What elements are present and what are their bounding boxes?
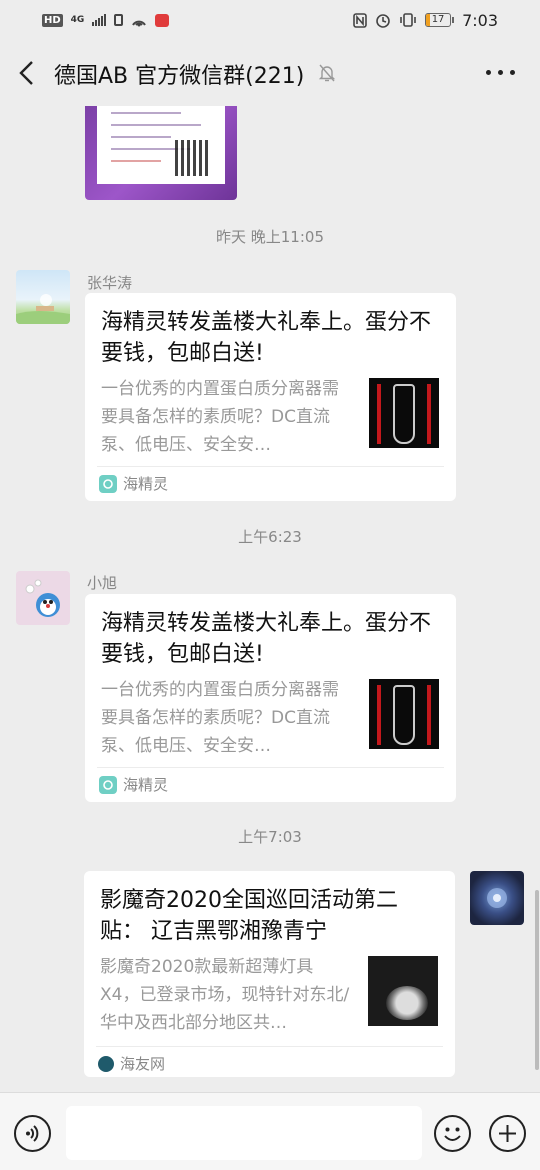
qr-code — [175, 140, 211, 176]
avatar[interactable] — [16, 270, 70, 324]
mute-bell-icon — [318, 64, 336, 82]
avatar-image — [25, 579, 60, 617]
emoji-icon — [444, 1127, 461, 1141]
chat-title: 德国AB 官方微信群(221) — [54, 64, 305, 89]
sender-name: 张华涛 — [87, 274, 133, 292]
card-title: 影魔奇2020全国巡回活动第二贴： 辽吉黑鄂湘豫青宁 — [100, 888, 398, 944]
card-description: 一台优秀的内置蛋白质分离器需要具备怎样的素质呢？DC直流泵、低电压、安全安… — [101, 379, 339, 455]
source-name: 海友网 — [120, 1055, 166, 1073]
timestamp: 昨天 晚上11:05 — [216, 228, 324, 246]
source-app-icon — [98, 1055, 114, 1072]
timestamp: 上午6:23 — [238, 528, 302, 546]
divider — [96, 1046, 443, 1047]
scrollbar[interactable] — [535, 890, 539, 1070]
card-description: 一台优秀的内置蛋白质分离器需要具备怎样的素质呢？DC直流泵、低电压、安全安… — [101, 680, 339, 756]
card-description: 影魔奇2020款最新超薄灯具X4，已登录市场，现特针对东北/华中及西北部分地区共… — [100, 957, 350, 1033]
voice-icon — [26, 1125, 39, 1142]
status-time: 7:03 — [462, 10, 498, 30]
card-title: 海精灵转发盖楼大礼奉上。蛋分不要钱，包邮白送! — [101, 611, 432, 667]
battery-icon: 17 — [425, 13, 455, 27]
card-source: 海友网 — [98, 1053, 165, 1074]
chat-area[interactable]: 昨天 晚上11:05 张华涛 海精灵转发盖楼大礼奉上。蛋分不要钱，包邮白送! 一… — [0, 106, 540, 1092]
divider — [97, 466, 444, 467]
vibrate-icon — [400, 13, 416, 27]
emoji-button[interactable] — [434, 1115, 471, 1152]
app-notification-icon — [155, 13, 170, 27]
card-source: 海精灵 — [99, 473, 168, 494]
back-icon[interactable] — [16, 60, 38, 86]
input-bar — [0, 1092, 540, 1170]
more-actions-button[interactable] — [489, 1115, 526, 1152]
link-card[interactable]: 影魔奇2020全国巡回活动第二贴： 辽吉黑鄂湘豫青宁 影魔奇2020款最新超薄灯… — [84, 871, 455, 1077]
signal-icon — [92, 14, 107, 26]
image-content — [97, 106, 225, 184]
voice-input-button[interactable] — [14, 1115, 51, 1152]
more-options-icon[interactable] — [486, 70, 515, 75]
status-bar: HD 4G 17 7:03 — [0, 0, 540, 40]
link-card[interactable]: 海精灵转发盖楼大礼奉上。蛋分不要钱，包邮白送! 一台优秀的内置蛋白质分离器需要具… — [85, 293, 456, 501]
card-title: 海精灵转发盖楼大礼奉上。蛋分不要钱，包邮白送! — [101, 310, 432, 366]
source-app-icon — [99, 474, 117, 493]
hotspot-icon — [132, 20, 147, 27]
card-thumbnail — [369, 679, 439, 749]
divider — [97, 767, 444, 768]
timestamp: 上午7:03 — [238, 828, 302, 846]
hd-badge: HD — [42, 13, 63, 27]
network-label: 4G — [70, 14, 85, 25]
link-card[interactable]: 海精灵转发盖楼大礼奉上。蛋分不要钱，包邮白送! 一台优秀的内置蛋白质分离器需要具… — [85, 594, 456, 802]
my-avatar[interactable] — [470, 871, 524, 925]
nfc-icon — [353, 12, 367, 28]
status-right: 17 7:03 — [353, 11, 498, 30]
message-input[interactable] — [66, 1106, 422, 1160]
source-app-icon — [99, 775, 117, 794]
plus-icon — [499, 1125, 516, 1142]
source-name: 海精灵 — [123, 776, 169, 794]
chat-header: 德国AB 官方微信群(221) — [0, 40, 540, 106]
status-left: HD 4G — [42, 13, 170, 27]
avatar-image — [487, 888, 507, 908]
card-source: 海精灵 — [99, 774, 168, 795]
alarm-icon — [376, 14, 390, 28]
card-thumbnail — [369, 378, 439, 448]
avatar[interactable] — [16, 571, 70, 625]
source-name: 海精灵 — [123, 475, 169, 493]
image-message[interactable] — [85, 106, 237, 200]
card-thumbnail — [368, 956, 438, 1026]
sender-name: 小旭 — [87, 574, 118, 592]
avatar-image — [16, 294, 70, 324]
notification-icon — [114, 14, 124, 26]
